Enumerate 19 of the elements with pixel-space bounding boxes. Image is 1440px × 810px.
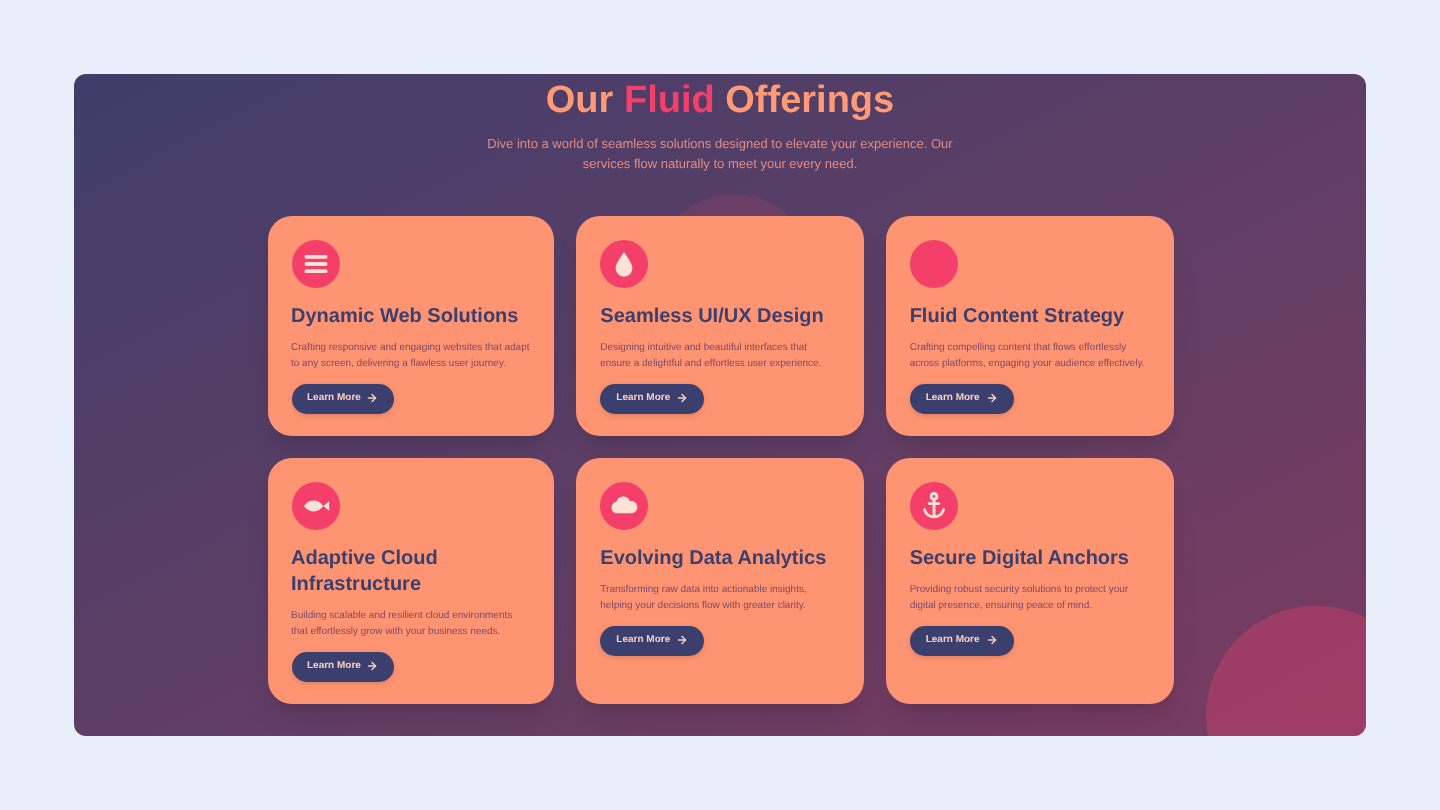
arrow-right-icon xyxy=(366,392,379,405)
circle-icon xyxy=(909,239,958,288)
card-title: Secure Digital Anchors xyxy=(909,545,1129,572)
menu-icon xyxy=(291,239,339,288)
arrow-right-icon xyxy=(676,392,689,405)
cloud-icon xyxy=(600,481,649,530)
droplet-icon xyxy=(600,239,649,288)
card-title: Fluid Content Strategy xyxy=(909,303,1125,330)
card-title: Dynamic Web Solutions xyxy=(291,303,519,330)
arrow-right-icon xyxy=(985,634,998,647)
arrow-right-icon xyxy=(985,392,998,405)
page-heading: Our Fluid Offerings xyxy=(545,78,895,126)
anchor-icon xyxy=(909,481,958,530)
card-title: Seamless UI/UX Design xyxy=(600,303,824,330)
arrow-right-icon xyxy=(366,660,379,673)
fish-icon xyxy=(291,481,339,530)
arrow-right-icon xyxy=(676,634,689,647)
card-title: Adaptive Cloud Infrastructure xyxy=(291,545,440,598)
card-title: Evolving Data Analytics xyxy=(600,545,827,572)
